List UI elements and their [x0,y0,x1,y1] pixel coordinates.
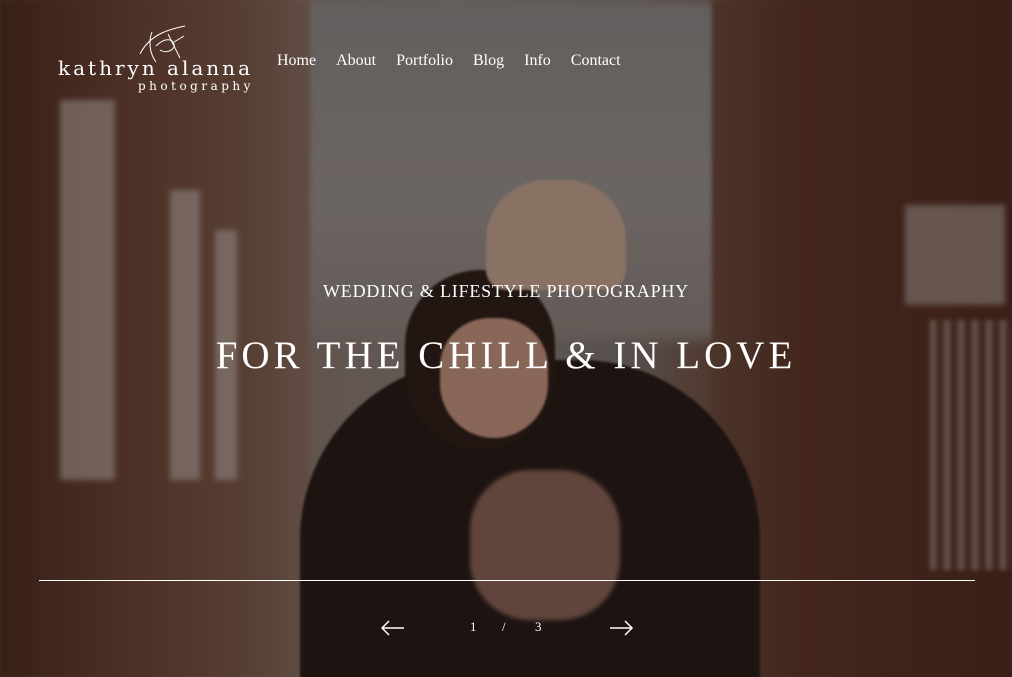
hero-eyebrow: WEDDING & LIFESTYLE PHOTOGRAPHY [323,281,689,301]
logo-name: kathryn alanna [58,56,253,80]
nav-portfolio[interactable]: Portfolio [396,52,453,70]
nav-info[interactable]: Info [524,52,551,70]
arrow-right-icon [610,620,634,636]
arrow-left-icon [380,620,404,636]
nav-about[interactable]: About [336,52,376,70]
slide-current: 1 [470,619,477,634]
nav-contact[interactable]: Contact [571,52,621,70]
slider-prev-button[interactable] [380,618,406,638]
hero-headline: FOR THE CHILL & IN LOVE [215,334,797,377]
slider-next-button[interactable] [608,618,634,638]
slide-separator: / [502,619,506,634]
logo-tagline: photography [138,79,254,93]
slide-counter: 1 / 3 [462,619,552,637]
nav-blog[interactable]: Blog [473,52,504,70]
slider-divider [39,580,975,581]
nav-home[interactable]: Home [277,52,316,70]
site-logo[interactable]: kathryn alanna photography [58,24,250,98]
slide-total: 3 [535,619,542,634]
main-nav: Home About Portfolio Blog Info Contact [277,52,621,70]
hero-slide: kathryn alanna photography Home About Po… [0,0,1012,677]
